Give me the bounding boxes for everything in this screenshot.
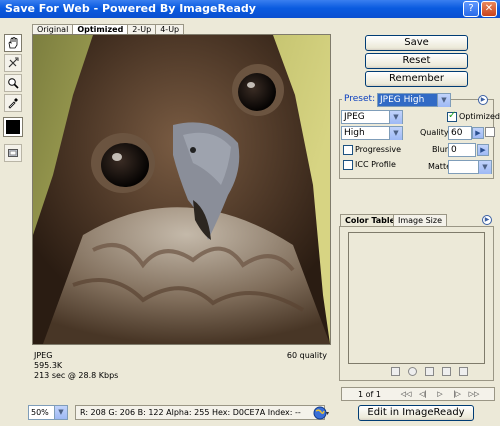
zoom-value: 50% <box>31 408 49 417</box>
slice-select-tool[interactable] <box>4 54 22 72</box>
matte-select[interactable]: ▼ <box>448 160 492 174</box>
quality-slider-arrow-icon[interactable]: ▶ <box>472 127 484 139</box>
save-button[interactable]: Save <box>365 35 468 51</box>
color-table-grid[interactable] <box>348 232 485 364</box>
hand-tool[interactable] <box>4 34 22 52</box>
quality-level-select[interactable]: High ▼ <box>341 126 403 140</box>
toolbox <box>3 34 24 164</box>
blur-slider-arrow-icon[interactable]: ▶ <box>477 144 489 156</box>
format-select[interactable]: JPEG ▼ <box>341 110 403 124</box>
help-window-button[interactable]: ? <box>463 1 479 17</box>
quality-input[interactable]: 60 <box>448 126 472 140</box>
blur-input[interactable]: 0 <box>448 143 476 157</box>
info-format: JPEG <box>34 351 53 360</box>
title-bar: Save For Web - Powered By ImageReady <box>0 0 500 18</box>
info-download-time: 213 sec @ 28.8 Kbps <box>34 371 119 380</box>
icc-profile-checkbox[interactable] <box>343 160 353 170</box>
slice-select-icon <box>8 57 19 68</box>
preview-in-browser-button[interactable] <box>313 405 341 420</box>
chevron-down-icon: ▼ <box>437 94 450 107</box>
color-table-menu-icon[interactable]: ▶ <box>482 215 492 225</box>
tab-image-size[interactable]: Image Size <box>393 214 448 226</box>
toggle-slice-visibility-icon <box>8 149 18 157</box>
zoom-select[interactable]: 50% ▼ <box>28 405 68 420</box>
lock-color-icon[interactable] <box>425 367 434 376</box>
preset-value: JPEG High <box>380 95 425 105</box>
step-forward-icon[interactable]: ▷▷ <box>468 389 480 400</box>
info-size: 595.3K <box>34 361 63 370</box>
web-shift-icon[interactable] <box>408 367 417 376</box>
eyedropper-icon <box>8 98 18 109</box>
reset-button[interactable]: Reset <box>365 53 468 69</box>
eyedropper-color-swatch[interactable] <box>3 117 23 137</box>
hand-icon <box>8 37 18 49</box>
settings-menu-icon[interactable]: ▶ <box>478 95 488 105</box>
new-color-icon[interactable] <box>442 367 451 376</box>
frame-count: 1 of 1 <box>358 390 381 399</box>
chevron-down-icon: ▼ <box>389 111 402 124</box>
progressive-checkbox[interactable] <box>343 145 353 155</box>
preset-label: Preset: <box>342 93 378 105</box>
animation-pager: 1 of 1 ◁◁ ◁| ▷ |▷ ▷▷ <box>341 387 495 401</box>
play-icon[interactable]: |▷ <box>451 389 463 400</box>
globe-browser-icon <box>313 406 329 419</box>
first-icon[interactable]: ◁◁ <box>400 389 412 400</box>
toggle-slice-visibility-tool[interactable] <box>4 144 22 162</box>
info-quality: 60 quality <box>286 351 327 360</box>
format-value: JPEG <box>344 112 365 122</box>
zoom-icon <box>8 78 19 89</box>
quality-mask-icon[interactable] <box>485 127 495 137</box>
chevron-down-icon: ▼ <box>389 127 402 140</box>
map-transparent-icon[interactable] <box>391 367 400 376</box>
falcon-photo <box>33 35 330 344</box>
optimized-label: Optimized <box>459 112 500 121</box>
chevron-down-icon: ▼ <box>478 161 491 174</box>
progressive-label: Progressive <box>355 145 402 154</box>
close-window-button[interactable]: ✕ <box>481 1 497 17</box>
quality-label: Quality: <box>420 128 451 137</box>
zoom-tool[interactable] <box>4 74 22 92</box>
window-title: Save For Web - Powered By ImageReady <box>5 2 256 15</box>
preset-select[interactable]: JPEG High ▼ <box>377 93 451 107</box>
edit-in-imageready-button[interactable]: Edit in ImageReady <box>358 405 474 421</box>
previous-icon[interactable]: ◁| <box>417 389 429 400</box>
image-preview[interactable] <box>32 34 331 345</box>
preview-info: JPEG 595.3K 213 sec @ 28.8 Kbps 60 quali… <box>32 349 331 387</box>
optimized-checkbox[interactable] <box>447 110 457 122</box>
icc-profile-label: ICC Profile <box>355 160 396 169</box>
color-table-actions <box>391 367 468 376</box>
step-back-icon[interactable]: ▷ <box>434 389 446 400</box>
eyedropper-tool[interactable] <box>4 94 22 112</box>
quality-level-value: High <box>344 128 365 138</box>
trash-icon[interactable] <box>459 367 468 376</box>
chevron-down-icon: ▼ <box>54 406 67 419</box>
remember-button[interactable]: Remember <box>365 71 468 87</box>
color-readout: R: 208 G: 206 B: 122 Alpha: 255 Hex: D0C… <box>75 405 325 420</box>
